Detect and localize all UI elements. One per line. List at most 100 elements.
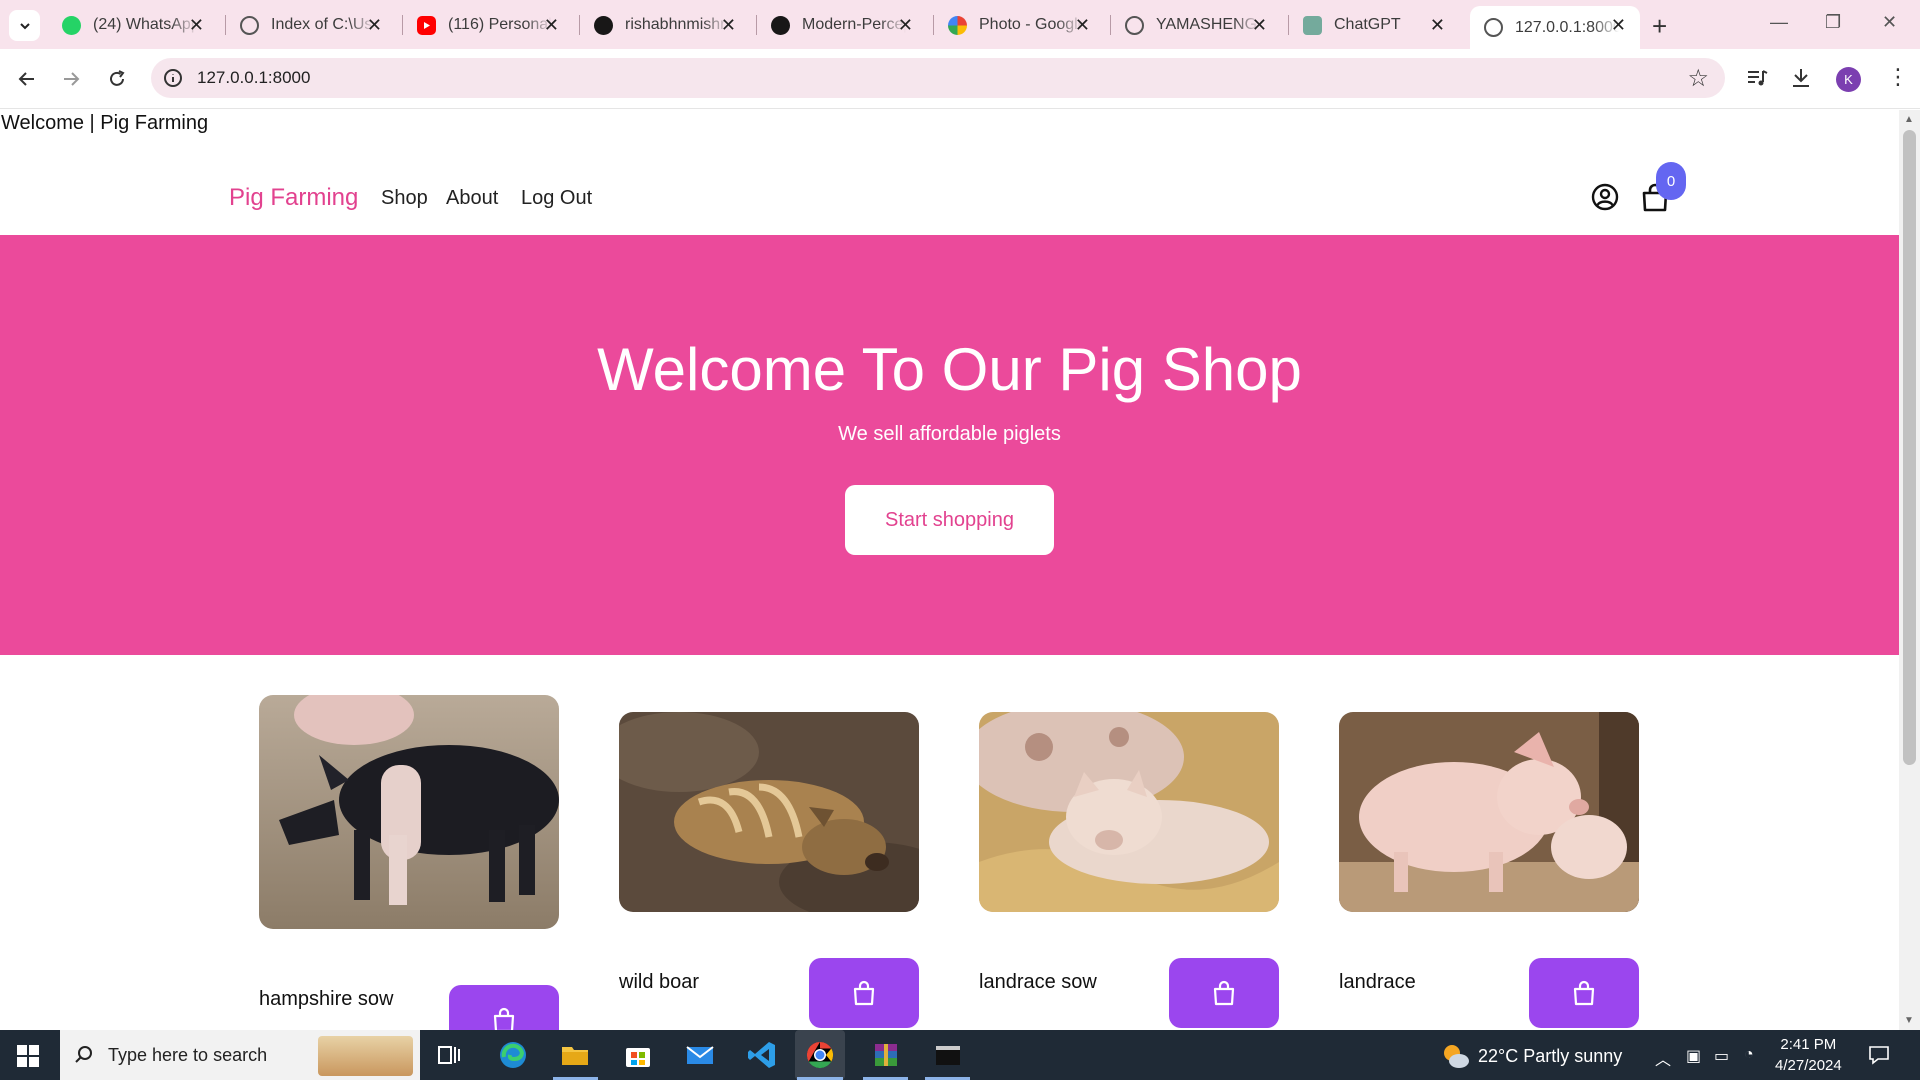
nav-link-shop[interactable]: Shop bbox=[381, 187, 428, 210]
browser-tab[interactable]: ChatGPT ✕ bbox=[1289, 9, 1459, 41]
tab-title: Modern-Perceptron bbox=[802, 16, 906, 33]
bookmark-star-icon[interactable]: ☆ bbox=[1687, 64, 1709, 93]
globe-icon bbox=[240, 15, 259, 35]
task-view-icon[interactable] bbox=[433, 1039, 465, 1071]
weather-widget[interactable]: 22°C Partly sunny bbox=[1442, 1043, 1622, 1069]
product-image[interactable] bbox=[619, 712, 919, 912]
back-button[interactable] bbox=[11, 63, 43, 95]
battery-icon[interactable]: ▭ bbox=[1714, 1046, 1729, 1066]
site-navbar: Pig Farming Shop About Log Out 0 bbox=[0, 152, 1899, 245]
close-window-icon[interactable]: ✕ bbox=[1882, 12, 1897, 33]
wifi-icon[interactable]: ◔ bbox=[1744, 1046, 1754, 1064]
chrome-icon bbox=[806, 1041, 834, 1069]
nav-link-logout[interactable]: Log Out bbox=[521, 187, 592, 210]
globe-icon bbox=[1125, 15, 1144, 35]
browser-tab[interactable]: Photo - Google ✕ bbox=[934, 9, 1104, 41]
tab-search-button[interactable] bbox=[9, 10, 40, 41]
winrar-icon[interactable] bbox=[870, 1039, 902, 1071]
browser-tab[interactable]: (116) Personal ✕ bbox=[403, 9, 573, 41]
page-scrollbar[interactable]: ▲ ▼ bbox=[1899, 110, 1920, 1030]
browser-tab[interactable]: Index of C:\Users ✕ bbox=[226, 9, 396, 41]
clock-date: 4/27/2024 bbox=[1775, 1057, 1842, 1074]
restore-icon[interactable]: ❐ bbox=[1825, 12, 1841, 33]
file-explorer-icon[interactable] bbox=[559, 1039, 591, 1071]
windows-start-icon[interactable] bbox=[17, 1045, 39, 1067]
product-name: hampshire sow bbox=[259, 988, 394, 1010]
browser-tab-strip: (24) WhatsApp ✕ Index of C:\Users ✕ (116… bbox=[0, 0, 1920, 49]
search-icon bbox=[75, 1046, 92, 1063]
product-card: wild boar bbox=[619, 712, 919, 1030]
shopping-bag-icon bbox=[853, 980, 875, 1006]
product-image[interactable] bbox=[979, 712, 1279, 912]
tab-title: rishabhnmishra bbox=[625, 16, 729, 33]
url-text: 127.0.0.1:8000 bbox=[197, 68, 311, 87]
product-card: landrace bbox=[1339, 712, 1639, 1030]
mail-icon[interactable] bbox=[684, 1039, 716, 1071]
download-icon[interactable] bbox=[1788, 65, 1814, 91]
reload-button[interactable] bbox=[101, 63, 133, 95]
scrollbar-thumb[interactable] bbox=[1903, 130, 1916, 765]
add-to-cart-button[interactable] bbox=[809, 958, 919, 1028]
meet-now-icon[interactable]: ▣ bbox=[1686, 1046, 1701, 1066]
pig-photo bbox=[1339, 712, 1639, 912]
browser-tab-active[interactable]: 127.0.0.1:8000 ✕ bbox=[1470, 6, 1640, 49]
new-tab-button[interactable]: + bbox=[1652, 11, 1667, 42]
add-to-cart-button[interactable] bbox=[1169, 958, 1279, 1028]
clock-time: 2:41 PM bbox=[1780, 1036, 1837, 1053]
address-bar[interactable]: 127.0.0.1:8000 ☆ bbox=[151, 58, 1725, 98]
close-icon[interactable]: ✕ bbox=[544, 15, 559, 36]
terminal-icon[interactable] bbox=[932, 1039, 964, 1071]
chevron-up-icon[interactable]: ︿ bbox=[1655, 1046, 1671, 1070]
info-icon[interactable] bbox=[161, 66, 185, 90]
add-to-cart-button[interactable] bbox=[1529, 958, 1639, 1028]
close-icon[interactable]: ✕ bbox=[1430, 15, 1445, 36]
nav-link-about[interactable]: About bbox=[446, 187, 498, 210]
system-clock[interactable]: 2:41 PM 4/27/2024 bbox=[1775, 1034, 1842, 1076]
scroll-up-arrow-icon[interactable]: ▲ bbox=[1904, 114, 1914, 125]
product-image[interactable] bbox=[1339, 712, 1639, 912]
hero-subtitle: We sell affordable piglets bbox=[838, 423, 1061, 445]
browser-menu-icon[interactable]: ⋮ bbox=[1887, 64, 1909, 90]
google-photos-icon bbox=[948, 15, 967, 35]
pig-photo bbox=[619, 712, 919, 912]
browser-tab[interactable]: (24) WhatsApp ✕ bbox=[48, 9, 218, 41]
product-card: hampshire sow bbox=[259, 695, 559, 1030]
account-icon[interactable] bbox=[1591, 183, 1619, 211]
brand-link[interactable]: Pig Farming bbox=[229, 184, 358, 212]
add-to-cart-button[interactable] bbox=[449, 985, 559, 1030]
taskbar-search-box[interactable]: Type here to search bbox=[60, 1030, 420, 1080]
notification-icon[interactable] bbox=[1868, 1045, 1890, 1065]
browser-tab[interactable]: rishabhnmishra ✕ bbox=[580, 9, 750, 41]
close-icon[interactable]: ✕ bbox=[721, 15, 736, 36]
edge-browser-icon[interactable] bbox=[497, 1039, 529, 1071]
browser-tab[interactable]: Modern-Perceptron ✕ bbox=[757, 9, 927, 41]
scroll-down-arrow-icon[interactable]: ▼ bbox=[1904, 1015, 1914, 1026]
microsoft-store-icon[interactable] bbox=[622, 1039, 654, 1071]
hero-banner: Welcome To Our Pig Shop We sell affordab… bbox=[0, 235, 1899, 655]
product-name: landrace sow bbox=[979, 971, 1097, 993]
shopping-bag-icon bbox=[493, 1007, 515, 1030]
browser-tab[interactable]: YAMASHENG ✕ bbox=[1111, 9, 1281, 41]
start-shopping-button[interactable]: Start shopping bbox=[845, 485, 1054, 555]
vscode-icon[interactable] bbox=[746, 1039, 778, 1071]
close-icon[interactable]: ✕ bbox=[1611, 15, 1626, 36]
weather-text: 22°C Partly sunny bbox=[1478, 1045, 1623, 1066]
close-icon[interactable]: ✕ bbox=[367, 15, 382, 36]
tab-title: (24) WhatsApp bbox=[93, 16, 197, 33]
chevron-down-icon bbox=[19, 22, 30, 29]
partly-sunny-icon bbox=[1444, 1045, 1469, 1068]
youtube-icon bbox=[417, 15, 436, 35]
profile-avatar[interactable]: K bbox=[1836, 67, 1861, 92]
product-image[interactable] bbox=[259, 695, 559, 929]
close-icon[interactable]: ✕ bbox=[898, 15, 913, 36]
media-control-icon[interactable] bbox=[1744, 65, 1770, 91]
close-icon[interactable]: ✕ bbox=[189, 15, 204, 36]
tab-title: (116) Personal bbox=[448, 16, 552, 33]
close-icon[interactable]: ✕ bbox=[1252, 15, 1267, 36]
minimize-icon[interactable]: — bbox=[1770, 12, 1788, 33]
forward-button[interactable] bbox=[55, 63, 87, 95]
close-icon[interactable]: ✕ bbox=[1075, 15, 1090, 36]
whatsapp-icon bbox=[62, 15, 81, 35]
chatgpt-icon bbox=[1303, 15, 1322, 35]
chrome-taskbar-button[interactable] bbox=[795, 1030, 845, 1080]
